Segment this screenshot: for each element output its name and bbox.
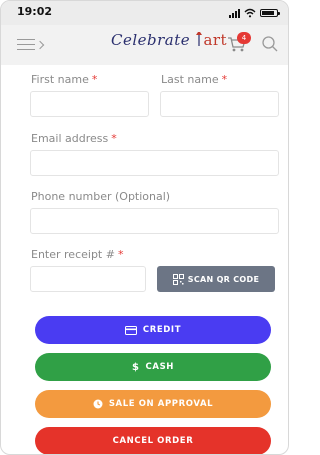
phone-label: Phone number (Optional): [31, 190, 171, 203]
search-icon[interactable]: [261, 35, 279, 53]
last-name-field[interactable]: [160, 91, 279, 117]
wifi-icon: [244, 8, 256, 18]
status-bar: 19:02: [1, 1, 288, 25]
credit-button[interactable]: CREDIT: [35, 316, 271, 344]
credit-card-icon: [124, 325, 137, 335]
logo-suffix: art: [203, 31, 228, 49]
logo-text: Celebrate: [111, 31, 191, 49]
phone-screen: 19:02 Celebrate art 4 First name * Last …: [0, 0, 289, 455]
cash-label: CASH: [145, 362, 174, 372]
cash-button[interactable]: $ CASH: [35, 353, 271, 381]
credit-label: CREDIT: [142, 325, 182, 335]
scan-qr-button[interactable]: SCAN QR CODE: [157, 266, 275, 292]
status-icons: [229, 7, 280, 19]
receipt-label: Enter receipt # *: [31, 248, 123, 261]
app-header: Celebrate art 4: [1, 25, 288, 65]
qr-code-icon: [172, 273, 184, 285]
cart-count-badge: 4: [237, 32, 251, 44]
email-field[interactable]: [30, 150, 279, 176]
receipt-field[interactable]: [30, 266, 146, 292]
email-label: Email address *: [31, 132, 117, 145]
dollar-icon: $: [131, 361, 140, 373]
required-marker: *: [111, 132, 117, 145]
sale-on-approval-button[interactable]: SALE ON APPROVAL: [35, 390, 271, 418]
required-marker: *: [91, 73, 98, 86]
clock-icon: [93, 399, 103, 409]
menu-icon[interactable]: [17, 39, 45, 53]
last-name-label-text: Last name: [161, 73, 219, 86]
email-label-text: Email address: [31, 132, 109, 145]
phone-field[interactable]: [30, 208, 279, 234]
signal-icon: [229, 8, 240, 18]
status-time: 19:02: [17, 5, 53, 18]
receipt-label-text: Enter receipt #: [31, 248, 115, 261]
last-name-label: Last name *: [161, 73, 227, 86]
cancel-order-button[interactable]: CANCEL ORDER: [35, 427, 271, 454]
required-marker: *: [117, 248, 124, 261]
logo[interactable]: Celebrate art: [111, 31, 227, 49]
first-name-label: First name *: [31, 73, 97, 86]
sale-on-approval-label: SALE ON APPROVAL: [108, 399, 214, 409]
first-name-field[interactable]: [30, 91, 149, 117]
first-name-label-text: First name: [31, 73, 89, 86]
required-marker: *: [221, 73, 228, 86]
scan-qr-label: SCAN QR CODE: [187, 274, 260, 284]
cancel-order-label: CANCEL ORDER: [112, 436, 194, 446]
battery-icon: [260, 9, 280, 17]
